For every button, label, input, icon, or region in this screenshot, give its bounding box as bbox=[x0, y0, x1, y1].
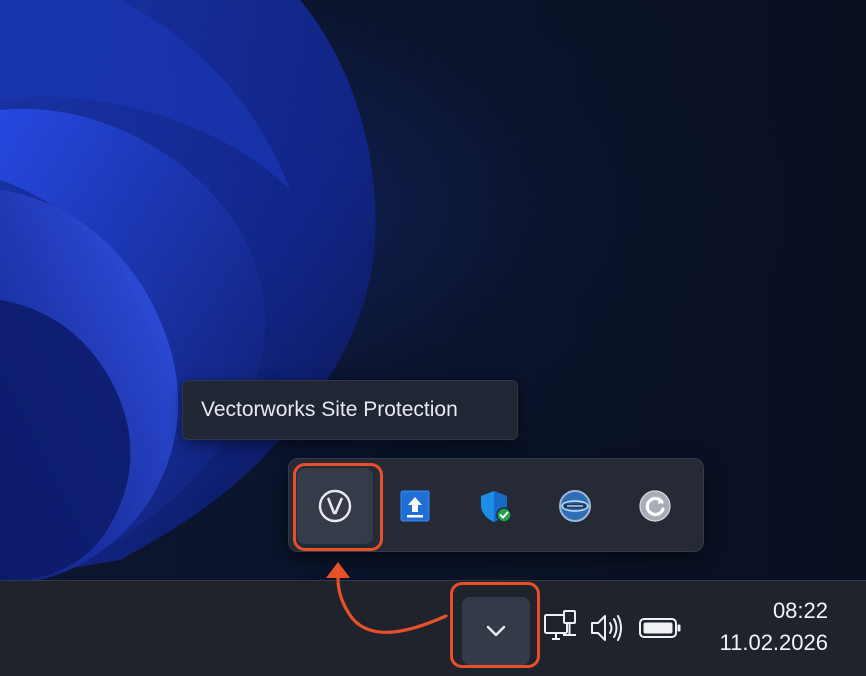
chevron-down-icon bbox=[486, 625, 506, 637]
refresh-sync-icon bbox=[639, 490, 671, 522]
tray-overflow-flyout bbox=[288, 458, 704, 552]
teamviewer-style-round-icon bbox=[559, 490, 591, 522]
tooltip-text: Vectorworks Site Protection bbox=[201, 398, 458, 421]
tray-icon-vectorworks[interactable] bbox=[297, 468, 373, 544]
clock-time: 08:22 bbox=[772, 598, 828, 623]
network-icon bbox=[544, 610, 576, 640]
volume-icon bbox=[591, 615, 622, 641]
battery-icon bbox=[639, 618, 681, 638]
taskbar: 08:22 11.02.2026 bbox=[0, 580, 866, 676]
upload-icon bbox=[400, 490, 430, 522]
battery-status[interactable] bbox=[638, 615, 682, 641]
taskbar-clock[interactable]: 08:22 11.02.2026 bbox=[688, 595, 828, 659]
tray-icon-tooltip: Vectorworks Site Protection bbox=[182, 380, 518, 440]
security-shield-icon bbox=[481, 491, 512, 523]
vectorworks-icon bbox=[318, 489, 352, 523]
network-status[interactable] bbox=[543, 609, 579, 647]
tray-icon-remote-app[interactable] bbox=[537, 468, 613, 544]
tray-icon-sync[interactable] bbox=[617, 468, 693, 544]
clock-date: 11.02.2026 bbox=[719, 630, 828, 655]
tray-icon-upload[interactable] bbox=[377, 468, 453, 544]
volume-control[interactable] bbox=[589, 611, 625, 645]
show-hidden-icons-button[interactable] bbox=[462, 597, 530, 665]
tray-icon-security[interactable] bbox=[457, 468, 533, 544]
